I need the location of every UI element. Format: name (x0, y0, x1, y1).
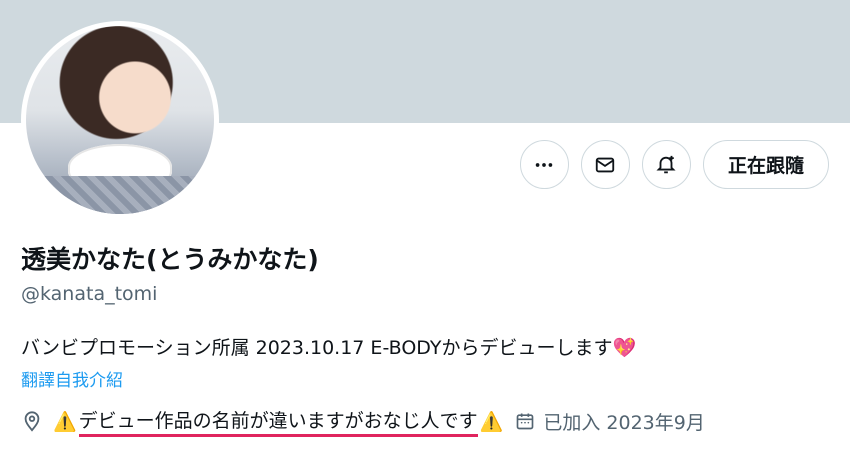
bio: バンビプロモーション所属 2023.10.17 E-BODYからデビューします💖 (21, 333, 636, 360)
profile-meta: ⚠️ デビュー作品の名前が違いますがおなじ人です ⚠️ 已加入 2023年9月 (21, 406, 705, 437)
avatar-dress (36, 176, 204, 214)
translate-bio-link[interactable]: 翻譯自我介紹 (21, 366, 123, 391)
joined-text: 已加入 2023年9月 (543, 411, 705, 434)
mail-icon (596, 157, 615, 172)
bio-text: バンビプロモーション所属 2023.10.17 E-BODYからデビューします (21, 337, 613, 359)
display-name: 透美かなた(とうみかなた) (21, 245, 319, 274)
handle: @kanata_tomi (21, 283, 158, 305)
warning-icon: ⚠️ (53, 410, 77, 433)
joined-date: 已加入 2023年9月 (515, 408, 705, 435)
calendar-icon (517, 413, 534, 430)
more-horizontal-icon (536, 162, 553, 167)
bell-plus-icon (656, 155, 677, 173)
notify-button[interactable] (641, 140, 691, 189)
heart-icon: 💖 (612, 337, 637, 359)
message-button[interactable] (580, 140, 630, 189)
more-button[interactable] (519, 140, 569, 189)
following-button[interactable]: 正在跟隨 (702, 140, 829, 189)
avatar[interactable] (26, 26, 214, 214)
location-icon (24, 411, 40, 432)
location-text: デビュー作品の名前が違いますがおなじ人です (78, 406, 478, 437)
warning-icon: ⚠️ (479, 410, 504, 433)
profile-actions: 正在跟隨 (519, 140, 829, 191)
